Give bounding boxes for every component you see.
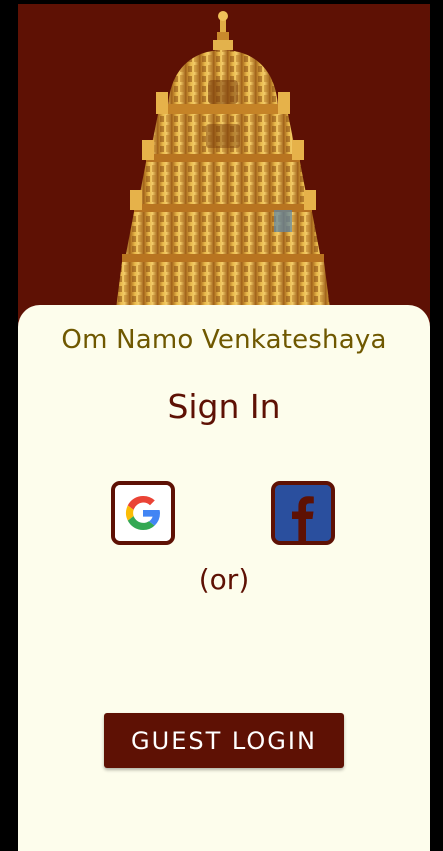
temple-tower-image <box>114 11 332 324</box>
facebook-signin-button[interactable] <box>271 481 335 545</box>
signin-card: Om Namo Venkateshaya Sign In (or) GUEST … <box>18 305 430 851</box>
guest-login-button[interactable]: GUEST LOGIN <box>104 713 344 768</box>
signin-title: Sign In <box>167 387 281 426</box>
facebook-icon <box>275 485 331 541</box>
google-icon <box>115 485 171 541</box>
greeting-text: Om Namo Venkateshaya <box>61 325 387 355</box>
google-signin-button[interactable] <box>111 481 175 545</box>
guest-login-label: GUEST LOGIN <box>131 726 317 755</box>
app-screen: Om Namo Venkateshaya Sign In (or) GUEST … <box>18 4 430 851</box>
or-separator: (or) <box>198 563 250 596</box>
